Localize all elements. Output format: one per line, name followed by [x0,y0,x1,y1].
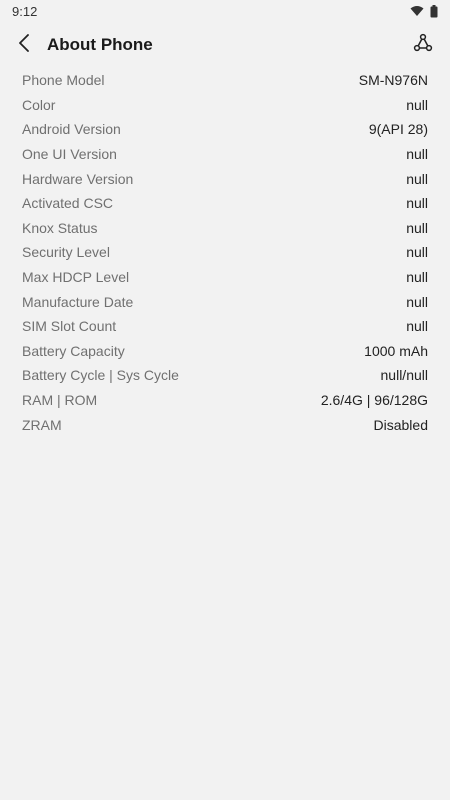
info-row-one-ui-version: One UI Version null [22,142,428,167]
info-label: Hardware Version [22,170,134,187]
info-value: null [406,293,428,310]
page-title: About Phone [47,35,153,54]
info-row-sim-slot-count: SIM Slot Count null [22,314,428,339]
info-label: Knox Status [22,219,98,236]
share-button[interactable] [406,28,440,62]
info-label: Color [22,96,56,113]
info-label: Activated CSC [22,195,114,212]
back-button[interactable] [2,23,46,67]
info-row-knox-status: Knox Status null [22,216,428,241]
info-row-security-level: Security Level null [22,240,428,265]
info-label: ZRAM [22,416,62,433]
info-label: Max HDCP Level [22,269,130,286]
info-label: Battery Capacity [22,342,125,359]
status-time: 9:12 [12,3,38,19]
info-row-hardware-version: Hardware Version null [22,166,428,191]
info-row-zram: ZRAM Disabled [22,412,428,437]
info-row-max-hdcp-level: Max HDCP Level null [22,265,428,290]
info-value: 2.6/4G | 96/128G [320,392,428,409]
info-value: null [406,318,428,335]
info-value: null [406,244,428,261]
info-value: null [406,96,428,113]
info-label: Phone Model [22,72,105,89]
info-row-manufacture-date: Manufacture Date null [22,289,428,314]
info-value: Disabled [373,416,428,433]
info-value: SM-N976N [358,72,428,89]
phone-info-list: Phone Model SM-N976N Color null Android … [0,68,450,437]
info-value: null [406,195,428,212]
info-value: 9(API 28) [368,121,428,138]
status-bar: 9:12 [0,0,450,22]
info-label: Security Level [22,244,110,261]
info-value: null [406,219,428,236]
chevron-left-icon [18,33,30,57]
info-label: Android Version [22,121,121,138]
info-value: 1000 mAh [364,342,428,359]
wifi-icon [410,5,424,17]
info-row-battery-capacity: Battery Capacity 1000 mAh [22,339,428,364]
info-row-activated-csc: Activated CSC null [22,191,428,216]
info-value: null [406,269,428,286]
info-label: Battery Cycle | Sys Cycle [22,367,179,384]
battery-icon [430,4,438,18]
info-row-color: Color null [22,93,428,118]
info-value: null [406,170,428,187]
info-row-battery-cycle: Battery Cycle | Sys Cycle null/null [22,363,428,388]
app-bar: About Phone [0,22,450,68]
info-value: null [406,146,428,163]
info-value: null/null [380,367,428,384]
info-row-ram-rom: RAM | ROM 2.6/4G | 96/128G [22,388,428,413]
info-label: SIM Slot Count [22,318,117,335]
info-label: Manufacture Date [22,293,134,310]
info-label: RAM | ROM [22,392,98,409]
share-nodes-icon [413,33,433,58]
status-icons [410,4,438,18]
info-row-phone-model: Phone Model SM-N976N [22,68,428,93]
info-label: One UI Version [22,146,117,163]
info-row-android-version: Android Version 9(API 28) [22,117,428,142]
